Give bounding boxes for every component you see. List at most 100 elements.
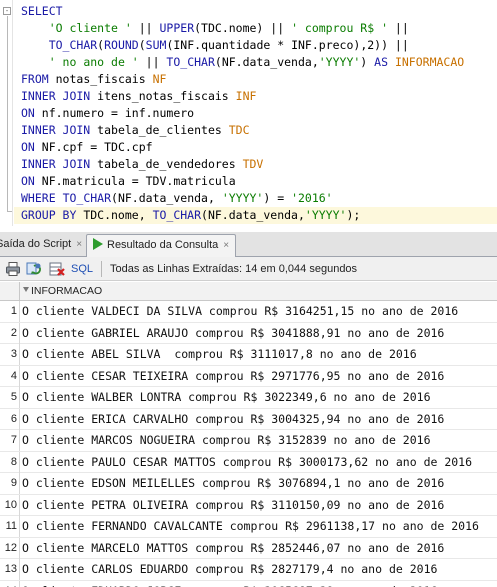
code-token: NF.cpf = TDC.cpf [34, 140, 153, 154]
cell-informacao[interactable]: O cliente MARCELO MATTOS comprou R$ 2852… [22, 538, 444, 559]
grid-corner[interactable] [0, 282, 20, 301]
tab-script-label: Saída do Script [0, 238, 72, 250]
cell-informacao[interactable]: O cliente GABRIEL ARAUJO comprou R$ 3041… [22, 323, 444, 344]
code-token: || [388, 21, 409, 35]
cell-informacao[interactable]: O cliente EDUARDO JORGE comprou R$ 30656… [22, 581, 437, 587]
sql-button[interactable]: SQL [71, 262, 93, 276]
row-number[interactable]: 4 [0, 365, 20, 387]
code-token: 'YYYY' [304, 208, 347, 222]
table-row[interactable]: 7O cliente MARCOS NOGUEIRA comprou R$ 31… [0, 430, 497, 452]
refresh-icon[interactable] [26, 261, 42, 277]
code-line[interactable]: ON NF.cpf = TDC.cpf [21, 139, 153, 156]
row-number[interactable]: 7 [0, 430, 20, 451]
code-line[interactable]: INNER JOIN tabela_de_vendedores TDV [21, 156, 263, 173]
code-line[interactable]: ON nf.numero = inf.numero [21, 105, 194, 122]
grid-header: INFORMACAO [0, 282, 497, 301]
cell-informacao[interactable]: O cliente CARLOS EDUARDO comprou R$ 2827… [22, 559, 437, 580]
cell-informacao[interactable]: O cliente PAULO CESAR MATTOS comprou R$ … [22, 452, 472, 473]
table-row[interactable]: 10 O cliente PETRA OLIVEIRA comprou R$ 31… [0, 494, 497, 516]
sort-icon[interactable] [23, 287, 29, 292]
cell-informacao[interactable]: O cliente VALDECI DA SILVA comprou R$ 31… [22, 301, 458, 322]
code-token: (NF.data_venda, [201, 208, 305, 222]
cell-informacao[interactable]: O cliente MARCOS NOGUEIRA comprou R$ 315… [22, 430, 431, 451]
row-number[interactable]: 13 [0, 559, 20, 580]
tab-script-output[interactable]: Saída do Script × [0, 234, 88, 257]
table-row[interactable]: 8O cliente PAULO CESAR MATTOS comprou R$… [0, 451, 497, 473]
row-number[interactable]: 9 [0, 473, 20, 494]
row-number[interactable]: 11 [0, 516, 20, 537]
code-token: 'YYYY' [318, 55, 361, 69]
cell-informacao[interactable]: O cliente PETRA OLIVEIRA comprou R$ 3110… [22, 495, 444, 516]
cell-informacao[interactable]: O cliente WALBER LONTRA comprou R$ 30223… [22, 387, 431, 408]
code-line[interactable]: GROUP BY TDC.nome, TO_CHAR(NF.data_venda… [14, 207, 497, 224]
table-row[interactable]: 9O cliente EDSON MEILELLES comprou R$ 30… [0, 473, 497, 495]
code-line[interactable]: ' no ano de ' || TO_CHAR(NF.data_venda,'… [21, 54, 465, 71]
table-row[interactable]: 14O cliente EDUARDO JORGE comprou R$ 306… [0, 580, 497, 587]
code-token: TDC [228, 123, 250, 137]
table-row[interactable]: 1O cliente VALDECI DA SILVA comprou R$ 3… [0, 301, 497, 323]
code-token: ( [138, 38, 146, 52]
code-token: WHERE [21, 191, 56, 205]
code-token: ' comprou R$ ' [291, 21, 388, 35]
run-arrow-icon [93, 238, 103, 250]
code-line[interactable]: FROM notas_fiscais NF [21, 71, 166, 88]
tab-result-label: Resultado da Consulta [107, 239, 219, 251]
row-number[interactable]: 5 [0, 387, 20, 408]
row-number[interactable]: 12 [0, 537, 20, 559]
table-row[interactable]: 6O cliente ERICA CARVALHO comprou R$ 300… [0, 408, 497, 430]
code-token: notas_fiscais [48, 72, 153, 86]
table-row[interactable]: 13 O cliente CARLOS EDUARDO comprou R$ 28… [0, 559, 497, 581]
table-row[interactable]: 3O cliente ABEL SILVA comprou R$ 3111017… [0, 344, 497, 366]
code-token: || [138, 55, 167, 69]
code-line[interactable]: SELECT [21, 3, 63, 20]
code-line[interactable]: TO_CHAR(ROUND(SUM(INF.quantidade * INF.p… [21, 37, 409, 54]
code-line[interactable]: INNER JOIN itens_notas_fiscais INF [21, 88, 256, 105]
code-token: NF [152, 72, 167, 86]
close-icon[interactable]: × [76, 239, 82, 250]
row-number[interactable]: 2 [0, 322, 20, 344]
code-line[interactable]: 'O cliente ' || UPPER(TDC.nome) || ' com… [21, 20, 409, 37]
column-header-informacao[interactable]: INFORMACAO [31, 285, 102, 298]
cell-informacao[interactable]: O cliente ERICA CARVALHO comprou R$ 3004… [22, 409, 444, 430]
result-grid[interactable]: INFORMACAO 1O cliente VALDECI DA SILVA c… [0, 282, 497, 587]
collapse-icon[interactable]: - [3, 7, 11, 15]
code-token: ON [21, 174, 35, 188]
code-token: (NF.data_venda, [111, 191, 222, 205]
code-token: NF.matricula = TDV.matricula [34, 174, 236, 188]
close-icon[interactable]: × [223, 240, 229, 251]
row-number[interactable]: 14 [0, 580, 20, 587]
sql-editor[interactable]: - SELECT 'O cliente ' || UPPER(TDC.nome)… [0, 0, 497, 226]
grid-rows: 1O cliente VALDECI DA SILVA comprou R$ 3… [0, 301, 497, 587]
row-number[interactable]: 3 [0, 344, 20, 365]
cell-informacao[interactable]: O cliente EDSON MEILELLES comprou R$ 307… [22, 473, 444, 494]
code-token: TO_CHAR [152, 208, 202, 222]
code-line[interactable]: INNER JOIN tabela_de_clientes TDC [21, 122, 250, 139]
code-line[interactable]: ON NF.matricula = TDV.matricula [21, 173, 236, 190]
row-number[interactable]: 6 [0, 408, 20, 430]
table-row[interactable]: 11 O cliente FERNANDO CAVALCANTE comprou … [0, 516, 497, 538]
tab-query-result[interactable]: Resultado da Consulta × [86, 234, 237, 258]
code-line[interactable]: WHERE TO_CHAR(NF.data_venda, 'YYYY') = '… [21, 190, 333, 207]
code-token: 'YYYY' [221, 191, 264, 205]
table-row[interactable]: 4O cliente CESAR TEIXEIRA comprou R$ 297… [0, 365, 497, 387]
row-number[interactable]: 10 [0, 494, 20, 516]
code-token: ) = [263, 191, 292, 205]
cell-informacao[interactable]: O cliente FERNANDO CAVALCANTE comprou R$… [22, 516, 479, 537]
code-token: ); [346, 208, 361, 222]
code-token: ON [21, 140, 35, 154]
cell-informacao[interactable]: O cliente CESAR TEIXEIRA comprou R$ 2971… [22, 366, 444, 387]
row-number[interactable]: 1 [0, 301, 20, 322]
row-number[interactable]: 8 [0, 451, 20, 473]
code-token: ' no ano de ' [48, 55, 139, 69]
code-token: ON [21, 106, 35, 120]
table-row[interactable]: 12 O cliente MARCELO MATTOS comprou R$ 28… [0, 537, 497, 559]
print-icon[interactable] [5, 261, 21, 277]
cancel-query-icon[interactable] [49, 261, 65, 277]
fold-guide [7, 16, 8, 212]
cell-informacao[interactable]: O cliente ABEL SILVA comprou R$ 3111017,… [22, 344, 417, 365]
table-row[interactable]: 2O cliente GABRIEL ARAUJO comprou R$ 304… [0, 322, 497, 344]
code-token: TO_CHAR [166, 55, 215, 69]
code-token: TDV [242, 157, 264, 171]
table-row[interactable]: 5O cliente WALBER LONTRA comprou R$ 3022… [0, 387, 497, 409]
